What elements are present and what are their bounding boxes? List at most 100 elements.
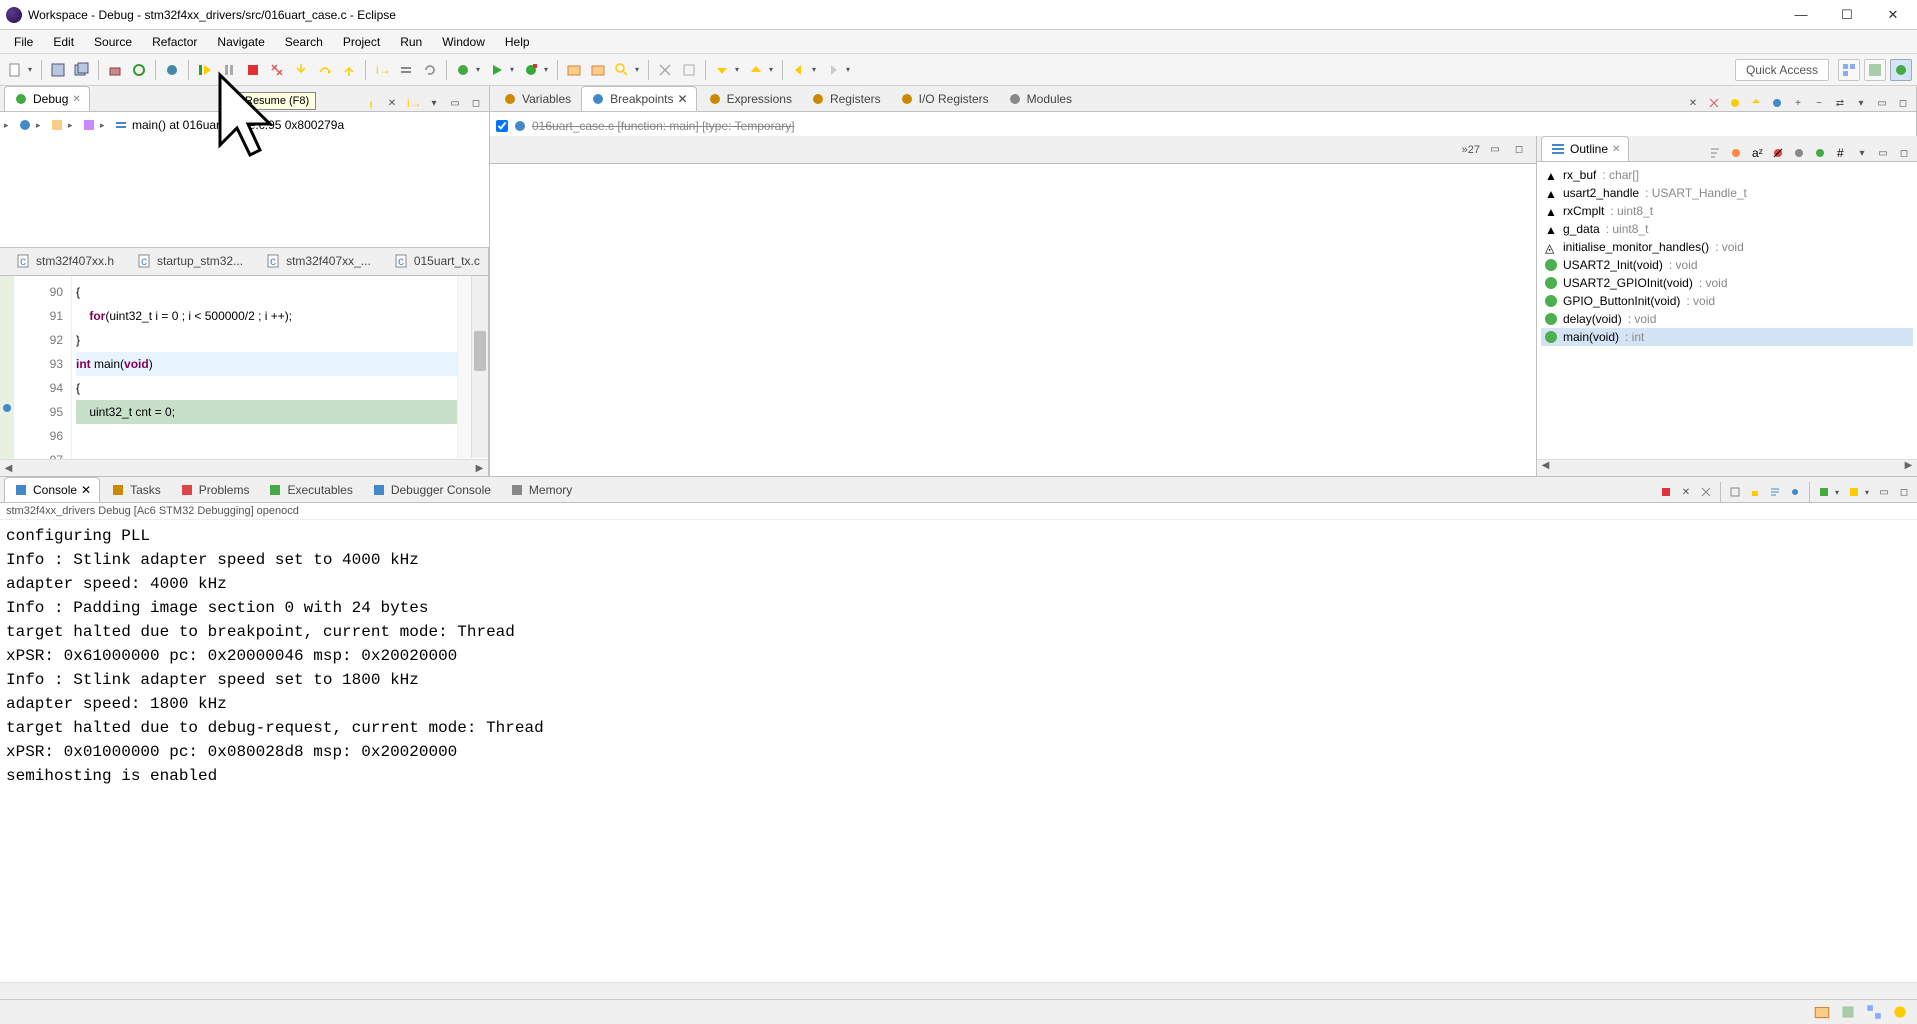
new-button[interactable] (4, 59, 26, 81)
next-annotation-button[interactable] (711, 59, 733, 81)
remove-button[interactable]: ✕ (1684, 95, 1702, 111)
status-icon[interactable] (1813, 1003, 1831, 1021)
tree-expand-icon[interactable]: ▸ (100, 120, 110, 131)
open-console-button[interactable] (1845, 484, 1863, 500)
breakpoints-list[interactable]: 016uart_case.c [function: main] [type: T… (490, 112, 1916, 136)
perspective-debug-button[interactable] (1890, 59, 1912, 81)
close-icon[interactable]: ✕ (72, 94, 80, 105)
menu-source[interactable]: Source (84, 32, 142, 52)
view-menu-button[interactable]: ▾ (1853, 145, 1871, 161)
menu-edit[interactable]: Edit (43, 32, 84, 52)
remove-all-button[interactable] (1705, 95, 1723, 111)
instruction-icon[interactable]: i→ (404, 95, 422, 111)
link-button[interactable]: ⇄ (1831, 95, 1849, 111)
minimize-button[interactable]: — (1787, 5, 1815, 25)
menu-window[interactable]: Window (432, 32, 495, 52)
pin-console-button[interactable] (1786, 484, 1804, 500)
group-includes-button[interactable]: # (1832, 145, 1850, 161)
build-all-button[interactable] (128, 59, 150, 81)
open-task-button[interactable] (587, 59, 609, 81)
search-button[interactable] (611, 59, 633, 81)
debug-stack-tree[interactable]: ▸ ▸ ▸ ▸ main() at 016uart_case.c:95 0x80… (0, 112, 489, 247)
inspector-tab-modules[interactable]: Modules (999, 87, 1080, 111)
tree-expand-icon[interactable]: ▸ (36, 120, 46, 131)
outline-item[interactable]: main(void) : int (1541, 328, 1913, 346)
word-wrap-button[interactable] (1766, 484, 1784, 500)
minimize-view-button[interactable]: ▭ (1875, 484, 1893, 500)
minimize-view-button[interactable]: ▭ (446, 95, 464, 111)
scroll-left-icon[interactable]: ◀ (1537, 460, 1554, 476)
dropdown-icon[interactable]: ▾ (812, 65, 820, 74)
debug-tab[interactable]: Debug ✕ (4, 86, 90, 111)
outline-item[interactable]: ◬initialise_monitor_handles() : void (1541, 238, 1913, 256)
step-over-button[interactable] (314, 59, 336, 81)
maximize-view-button[interactable]: ◻ (1895, 484, 1913, 500)
menu-search[interactable]: Search (275, 32, 333, 52)
skip-breakpoints-button[interactable] (161, 59, 183, 81)
debug-dropdown-button[interactable] (362, 95, 380, 111)
outline-item[interactable]: ▲g_data : uint8_t (1541, 220, 1913, 238)
menu-navigate[interactable]: Navigate (207, 32, 274, 52)
back-button[interactable] (788, 59, 810, 81)
inspector-tab-breakpoints[interactable]: Breakpoints✕ (581, 86, 696, 111)
dropdown-icon[interactable]: ▾ (28, 65, 36, 74)
minimize-view-button[interactable]: ▭ (1874, 145, 1892, 161)
display-console-button[interactable] (1815, 484, 1833, 500)
build-button[interactable] (104, 59, 126, 81)
dropdown-icon[interactable]: ▾ (476, 65, 484, 74)
perspective-resource-button[interactable] (1838, 59, 1860, 81)
maximize-view-button[interactable]: ◻ (1894, 95, 1912, 111)
save-all-button[interactable] (71, 59, 93, 81)
expand-button[interactable]: + (1789, 95, 1807, 111)
outline-item[interactable]: ▲rx_buf : char[] (1541, 166, 1913, 184)
tree-expand-icon[interactable]: ▸ (68, 120, 78, 131)
dropdown-icon[interactable]: ▾ (544, 65, 552, 74)
breakpoint-checkbox[interactable] (496, 120, 508, 132)
horizontal-scrollbar[interactable]: ◀ ▶ (0, 459, 488, 476)
quick-access-field[interactable]: Quick Access (1735, 59, 1829, 81)
vertical-scrollbar[interactable] (471, 276, 488, 458)
debug-launch-button[interactable] (452, 59, 474, 81)
bottom-tab-tasks[interactable]: Tasks (102, 478, 169, 502)
save-button[interactable] (47, 59, 69, 81)
clear-console-button[interactable] (1726, 484, 1744, 500)
scroll-right-icon[interactable]: ▶ (471, 463, 488, 474)
show-button[interactable] (1726, 95, 1744, 111)
menu-help[interactable]: Help (495, 32, 540, 52)
open-type-button[interactable] (563, 59, 585, 81)
editor-tab[interactable]: cstm32f407xx_... (254, 248, 382, 275)
console-output[interactable]: configuring PLL Info : Stlink adapter sp… (0, 520, 1917, 982)
terminate-console-button[interactable] (1657, 484, 1675, 500)
dropdown-icon[interactable]: ▾ (635, 65, 643, 74)
dropdown-icon[interactable]: ▾ (1835, 488, 1843, 497)
bottom-tab-console[interactable]: Console✕ (4, 477, 100, 502)
resume-button[interactable] (194, 59, 216, 81)
filter-static-button[interactable]: aᶻ (1748, 145, 1766, 161)
code-text-area[interactable]: { for(uint32_t i = 0 ; i < 500000/2 ; i … (72, 276, 488, 476)
toggle-button[interactable] (395, 59, 417, 81)
goto-button[interactable] (1747, 95, 1765, 111)
sort-button[interactable] (1706, 145, 1724, 161)
view-menu-button[interactable]: ▾ (1852, 95, 1870, 111)
editor-tab[interactable]: c015uart_tx.c (382, 248, 488, 275)
suspend-button[interactable] (218, 59, 240, 81)
instruction-step-button[interactable]: i→ (371, 59, 393, 81)
dropdown-icon[interactable]: ▾ (1865, 488, 1873, 497)
bottom-tab-problems[interactable]: Problems (171, 478, 258, 502)
menu-refactor[interactable]: Refactor (142, 32, 207, 52)
close-icon[interactable]: ✕ (1612, 144, 1620, 155)
maximize-view-button[interactable]: ◻ (1895, 145, 1913, 161)
forward-button[interactable] (822, 59, 844, 81)
view-menu-button[interactable]: ▾ (425, 95, 443, 111)
scroll-left-icon[interactable]: ◀ (0, 463, 17, 474)
outline-tree[interactable]: ▲rx_buf : char[]▲usart2_handle : USART_H… (1537, 162, 1917, 459)
outline-item[interactable]: USART2_Init(void) : void (1541, 256, 1913, 274)
scroll-right-icon[interactable]: ▶ (1900, 460, 1917, 476)
close-button[interactable]: ✕ (1879, 5, 1907, 25)
restart-button[interactable] (419, 59, 441, 81)
menu-project[interactable]: Project (333, 32, 390, 52)
outline-item[interactable]: delay(void) : void (1541, 310, 1913, 328)
bottom-tab-memory[interactable]: Memory (501, 478, 580, 502)
tree-expand-icon[interactable]: ▸ (4, 120, 14, 131)
maximize-editor-button[interactable]: ◻ (1510, 142, 1528, 158)
